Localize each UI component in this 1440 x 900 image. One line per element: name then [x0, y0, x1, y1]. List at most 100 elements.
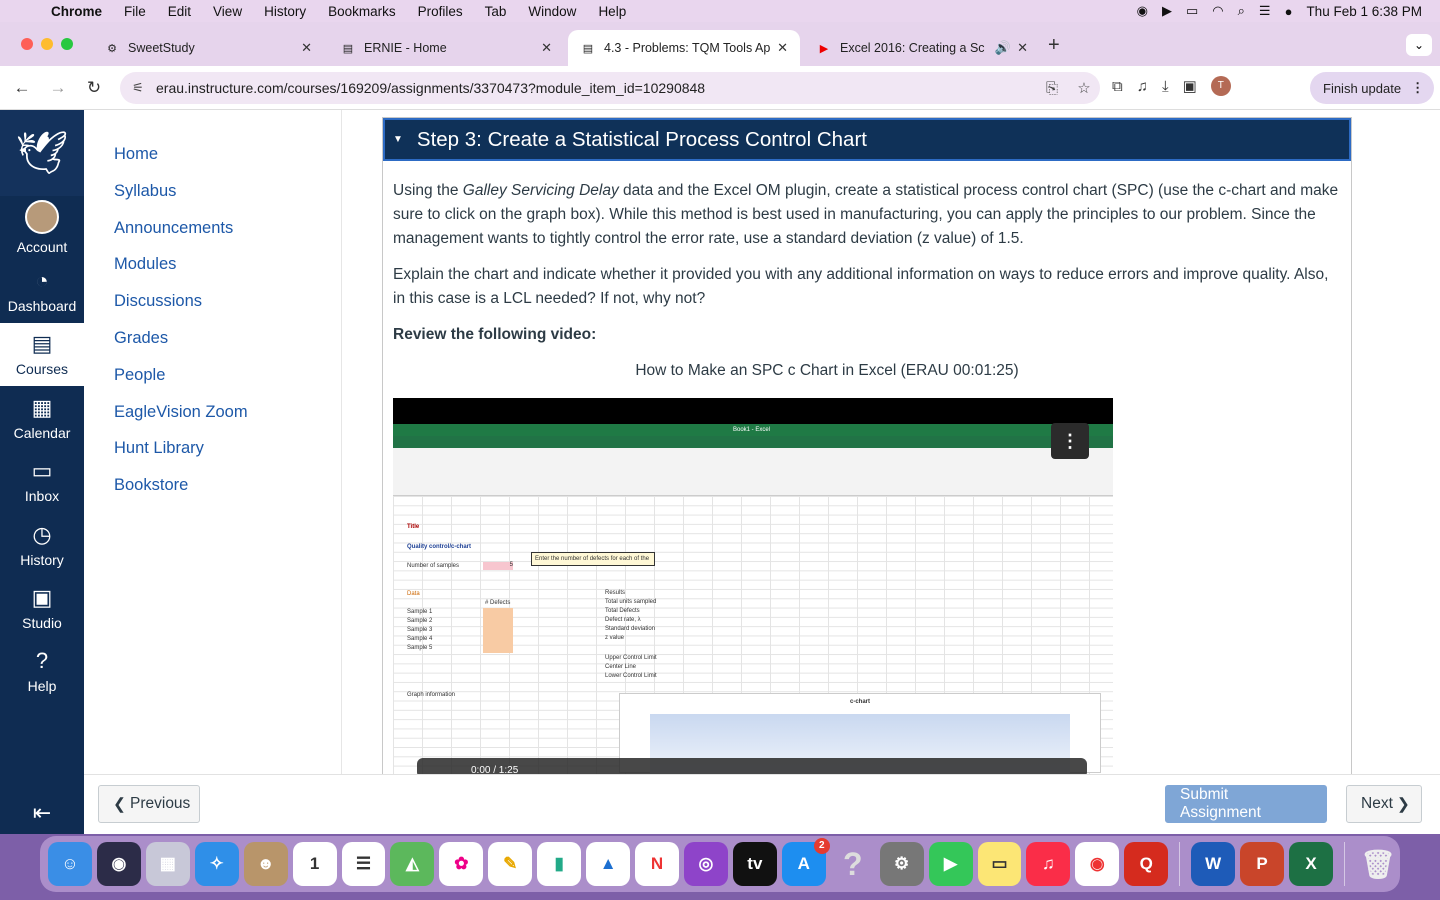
menu-tab[interactable]: Tab	[474, 4, 518, 19]
app-store-icon[interactable]: A2	[781, 838, 830, 886]
tab-excel-video[interactable]: ▶ Excel 2016: Creating a Sc 🔊 ✕	[804, 30, 1040, 66]
reload-icon[interactable]: ↻	[76, 78, 112, 98]
minimize-window-button[interactable]	[41, 38, 53, 50]
forward-arrow-icon[interactable]: →	[40, 78, 76, 98]
safari-icon[interactable]: ✧	[194, 842, 239, 886]
excel-icon[interactable]: X	[1289, 842, 1333, 886]
zoom-window-button[interactable]	[61, 38, 73, 50]
course-nav-people[interactable]: People	[114, 366, 165, 385]
close-tab-icon[interactable]: ✕	[1017, 40, 1028, 56]
course-nav-bookstore[interactable]: Bookstore	[114, 476, 188, 495]
download-icon[interactable]: ⤓	[1162, 78, 1169, 95]
calendar-app-icon[interactable]: 1	[292, 842, 337, 886]
course-nav-discussions[interactable]: Discussions	[114, 292, 202, 311]
video-menu-icon[interactable]: ⋮	[1051, 423, 1089, 459]
erau-eagle-logo[interactable]: 🕊	[0, 110, 84, 196]
next-button[interactable]: Next ❯	[1346, 785, 1422, 823]
finder-icon[interactable]: ☺	[48, 842, 92, 886]
back-arrow-icon[interactable]: ←	[4, 78, 40, 98]
music-icon[interactable]: ♫	[1026, 842, 1071, 886]
quick-app-icon[interactable]: Q	[1124, 842, 1169, 886]
submit-assignment-button[interactable]: Submit Assignment	[1165, 785, 1327, 823]
trash-icon[interactable]: 🗑	[1356, 842, 1400, 886]
facetime-icon[interactable]: ▶	[928, 842, 973, 886]
news-icon[interactable]: N	[635, 842, 679, 886]
system-settings-icon[interactable]: ⚙	[879, 842, 924, 886]
tab-ernie[interactable]: ▤ ERNIE - Home ✕	[328, 30, 564, 66]
extensions-icon[interactable]: ⧉	[1112, 78, 1123, 95]
siri-app-icon[interactable]: ◉	[96, 842, 141, 886]
global-nav-account[interactable]: Account	[0, 196, 84, 259]
menu-app-name[interactable]: Chrome	[40, 4, 113, 19]
spotlight-search-icon[interactable]: ⌕	[1238, 3, 1245, 19]
previous-button[interactable]: ❮ Previous	[98, 785, 200, 823]
maps-icon[interactable]: ◭	[390, 842, 435, 886]
course-nav-eaglevision-zoom[interactable]: EagleVision Zoom	[114, 403, 248, 422]
play-icon[interactable]: ▶	[1162, 3, 1172, 19]
keynote-icon[interactable]: ▲	[586, 842, 631, 886]
menu-edit[interactable]: Edit	[157, 4, 202, 19]
finish-update-button[interactable]: Finish update ⋮	[1310, 72, 1434, 104]
close-tab-icon[interactable]: ✕	[777, 40, 788, 56]
menubar-datetime[interactable]: Thu Feb 1 6:38 PM	[1306, 4, 1422, 19]
menu-profiles[interactable]: Profiles	[407, 4, 474, 19]
pages-icon[interactable]: ✎	[488, 842, 533, 886]
course-nav-hunt-library[interactable]: Hunt Library	[114, 439, 204, 458]
tab-sweetstudy[interactable]: ⚙ SweetStudy ✕	[92, 30, 324, 66]
battery-icon[interactable]: ▭	[1186, 3, 1198, 19]
tab-tqm-tools[interactable]: ▤ 4.3 - Problems: TQM Tools Ap ✕	[568, 30, 800, 66]
contacts-icon[interactable]: ☻	[243, 842, 288, 886]
photos-icon[interactable]: ✿	[439, 842, 484, 886]
powerpoint-icon[interactable]: P	[1240, 842, 1285, 886]
launchpad-icon[interactable]: ▦	[145, 842, 190, 886]
chrome-icon[interactable]: ◉	[1075, 842, 1120, 886]
global-nav-inbox[interactable]: ▭ Inbox	[0, 450, 84, 513]
section-header[interactable]: ▼ Step 3: Create a Statistical Process C…	[383, 118, 1351, 161]
close-tab-icon[interactable]: ✕	[541, 40, 552, 56]
menu-help[interactable]: Help	[587, 4, 637, 19]
apple-tv-icon[interactable]: tv	[732, 842, 777, 886]
global-nav-studio[interactable]: ▣ Studio	[0, 576, 84, 639]
bookmark-star-icon[interactable]: ☆	[1068, 79, 1100, 97]
global-nav-courses[interactable]: ▤ Courses	[0, 322, 84, 387]
close-tab-icon[interactable]: ✕	[301, 40, 312, 56]
menu-view[interactable]: View	[202, 4, 253, 19]
menu-bookmarks[interactable]: Bookmarks	[317, 4, 407, 19]
unknown-app-icon[interactable]: ?	[831, 842, 875, 886]
course-nav-home[interactable]: Home	[114, 145, 158, 164]
side-panel-icon[interactable]: ▣	[1183, 77, 1197, 95]
numbers-icon[interactable]: ▮	[537, 842, 582, 886]
global-nav-dashboard[interactable]: ◔ Dashboard	[0, 259, 84, 322]
collapse-caret-icon[interactable]: ▼	[393, 134, 403, 145]
video-controls[interactable]: 0:00 / 1:25	[417, 758, 1087, 774]
tab-search-chevron-icon[interactable]: ⌄	[1406, 34, 1432, 56]
embedded-video-player[interactable]: Book1 - Excel Title Quality control/c-ch…	[393, 398, 1113, 774]
podcasts-icon[interactable]: ◎	[683, 842, 728, 886]
menu-window[interactable]: Window	[517, 4, 587, 19]
collapse-nav-icon[interactable]: ⇤	[0, 800, 84, 826]
speaker-icon[interactable]: 🔊	[995, 40, 1011, 56]
new-tab-button[interactable]: +	[1048, 34, 1060, 57]
menu-file[interactable]: File	[113, 4, 157, 19]
menu-history[interactable]: History	[253, 4, 317, 19]
course-nav-grades[interactable]: Grades	[114, 329, 168, 348]
screen-record-icon[interactable]: ◉	[1137, 3, 1148, 19]
course-nav-modules[interactable]: Modules	[114, 255, 176, 274]
site-info-icon[interactable]: ⚟	[120, 80, 156, 96]
notes-icon[interactable]: ▭	[977, 842, 1022, 886]
install-app-icon[interactable]: ⎘	[1036, 80, 1068, 97]
course-nav-syllabus[interactable]: Syllabus	[114, 182, 176, 201]
url-text[interactable]: erau.instructure.com/courses/169209/assi…	[156, 80, 1036, 96]
global-nav-help[interactable]: ? Help	[0, 640, 84, 703]
profile-avatar[interactable]: T	[1210, 76, 1231, 96]
global-nav-history[interactable]: ◷ History	[0, 513, 84, 576]
word-icon[interactable]: W	[1191, 842, 1236, 886]
media-controls-icon[interactable]: ♫	[1137, 78, 1148, 95]
course-nav-announcements[interactable]: Announcements	[114, 219, 233, 238]
siri-icon[interactable]: ●	[1285, 4, 1293, 19]
global-nav-calendar[interactable]: ▦ Calendar	[0, 386, 84, 449]
control-center-icon[interactable]: ☰	[1259, 3, 1271, 19]
address-bar[interactable]: ⚟ erau.instructure.com/courses/169209/as…	[120, 72, 1100, 104]
wifi-icon[interactable]: ◠	[1212, 3, 1223, 19]
reminders-icon[interactable]: ☰	[341, 842, 386, 886]
